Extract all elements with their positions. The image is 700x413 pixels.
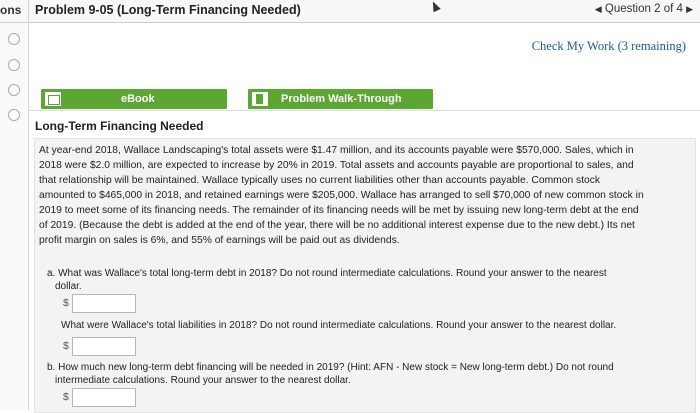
currency-symbol: $ <box>63 297 69 309</box>
statement-line: of 2019. (Because the debt is added at t… <box>39 220 635 231</box>
answer-a-total-liabilities-input[interactable] <box>72 337 136 356</box>
question-a-text-line2: dollar. <box>55 281 82 292</box>
problem-section: Long-Term Financing Needed At year-end 2… <box>29 110 700 413</box>
currency-symbol: $ <box>63 340 69 352</box>
statement-line: that relationship will be maintained. Wa… <box>39 175 601 186</box>
question-radio-3[interactable] <box>8 84 20 96</box>
statement-line: amounted to $465,000 in 2018, and retain… <box>39 190 644 201</box>
next-question-icon[interactable]: ▶ <box>686 4 693 14</box>
statement-line: 2019 to meet some of its financing needs… <box>39 205 639 216</box>
question-a-long-term-debt: a. What was Wallace's total long-term de… <box>47 267 607 293</box>
statement-line: At year-end 2018, Wallace Landscaping's … <box>39 145 634 156</box>
title-area: Problem 9-05 (Long-Term Financing Needed… <box>28 0 700 22</box>
question-list-sidebar <box>0 23 29 410</box>
header-bar: ons Problem 9-05 (Long-Term Financing Ne… <box>0 0 700 23</box>
question-a-total-liabilities: What were Wallace's total liabilities in… <box>61 319 616 332</box>
ebook-button[interactable]: eBook <box>41 89 227 109</box>
statement-line: profit margin on sales is 6%, and 55% of… <box>39 235 400 246</box>
question-a2-text: What were Wallace's total liabilities in… <box>61 320 617 331</box>
walkthrough-icon <box>252 92 268 106</box>
question-radio-2[interactable] <box>8 59 20 71</box>
currency-symbol: $ <box>63 391 69 403</box>
main-content: Check My Work (3 remaining) eBook Proble… <box>29 23 700 413</box>
question-navigator: ◀ Question 2 of 4 ▶ <box>595 3 693 15</box>
problem-statement: At year-end 2018, Wallace Landscaping's … <box>39 143 689 248</box>
tab-label-fragment[interactable]: ons <box>0 3 21 17</box>
question-radio-1[interactable] <box>8 33 20 45</box>
page-title: Problem 9-05 (Long-Term Financing Needed… <box>35 3 301 17</box>
problem-heading: Long-Term Financing Needed <box>35 119 204 133</box>
statement-line: 2018 were $2.0 million, are expected to … <box>39 160 634 171</box>
book-icon <box>45 92 61 106</box>
question-b-new-debt: b. How much new long-term debt financing… <box>47 361 614 387</box>
question-position: Question 2 of 4 <box>604 3 683 15</box>
walkthrough-label: Problem Walk-Through <box>281 93 402 105</box>
answer-a-long-term-debt-input[interactable] <box>72 294 136 313</box>
problem-walkthrough-button[interactable]: Problem Walk-Through <box>248 89 433 109</box>
question-radio-4[interactable] <box>8 109 20 121</box>
ebook-label: eBook <box>121 93 155 105</box>
question-b-text-line2: intermediate calculations. Round your an… <box>55 375 351 386</box>
problem-panel: At year-end 2018, Wallace Landscaping's … <box>34 138 696 413</box>
prev-question-icon[interactable]: ◀ <box>595 4 602 14</box>
answer-b-new-debt-input[interactable] <box>72 388 136 407</box>
check-my-work-link[interactable]: Check My Work (3 remaining) <box>532 39 686 54</box>
question-a-text-line1: a. What was Wallace's total long-term de… <box>47 268 607 279</box>
question-b-text-line1: b. How much new long-term debt financing… <box>47 362 614 373</box>
